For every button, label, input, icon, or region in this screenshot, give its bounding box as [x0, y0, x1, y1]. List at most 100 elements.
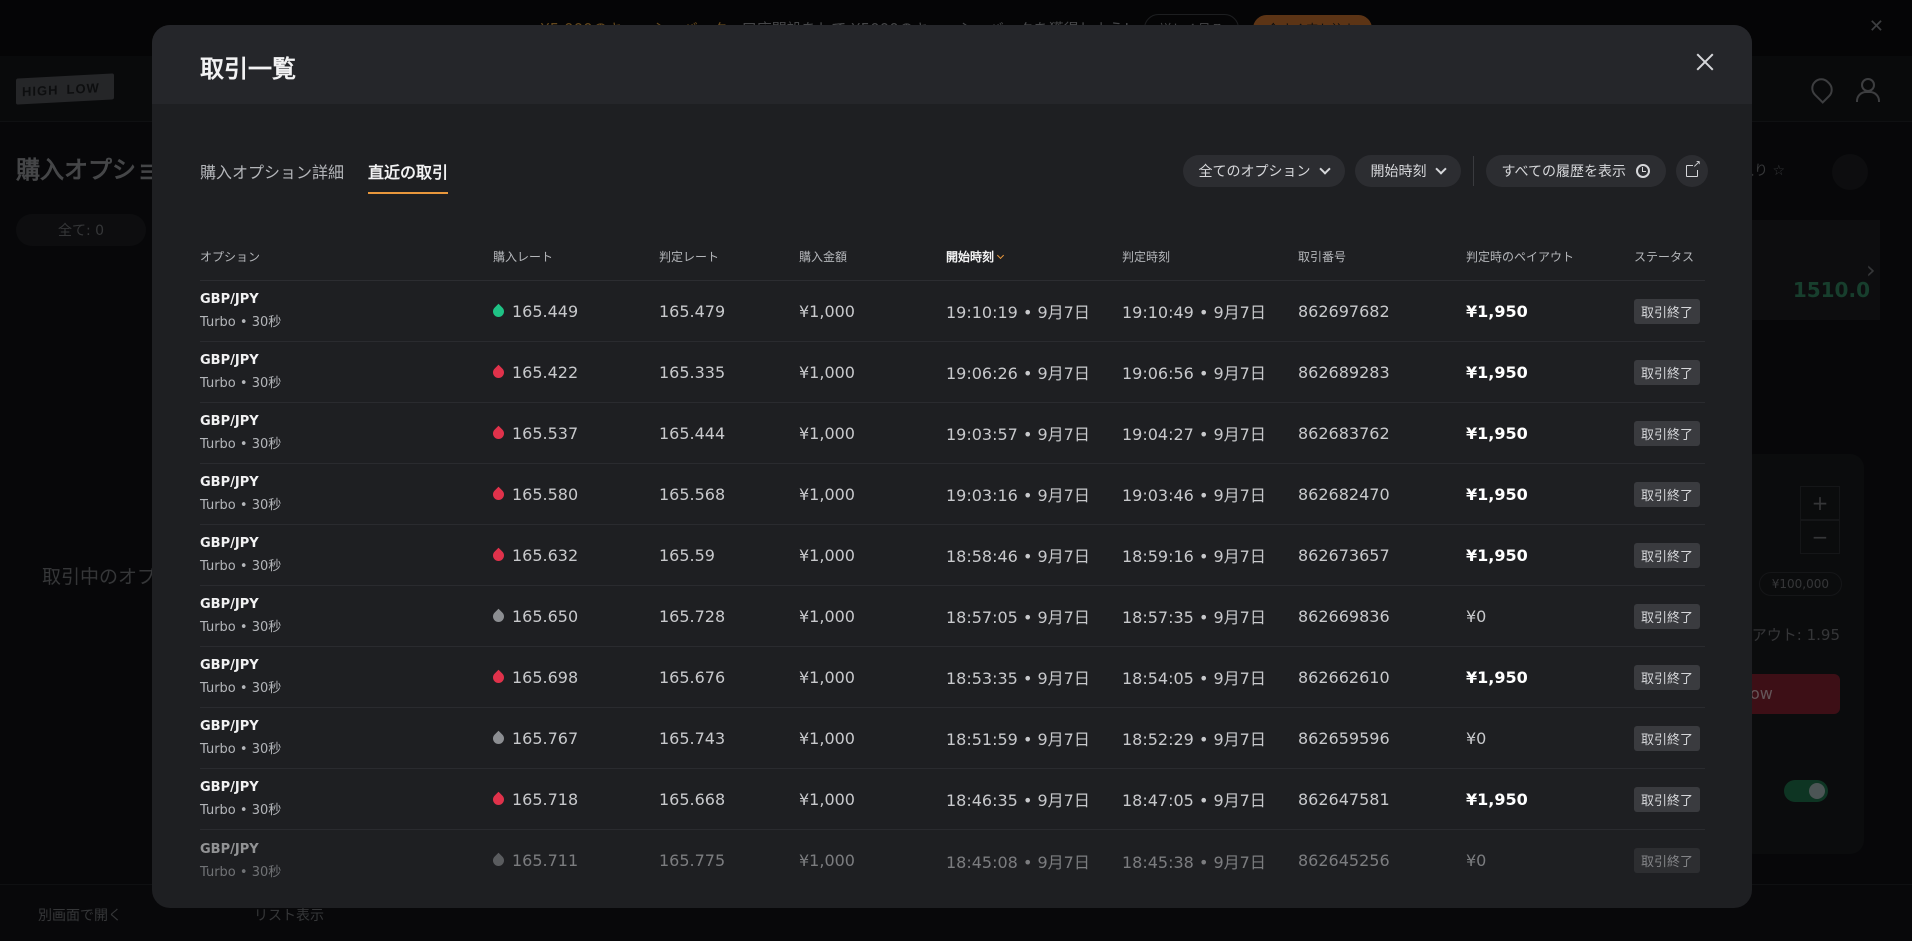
option-cell: GBP/JPY Turbo • 30秒 [200, 414, 493, 452]
trades-table: オプション 購入レート 判定レート 購入金額 開始時刻 判定時刻 取引番号 判定… [200, 233, 1705, 891]
purchase-amount: ¥1,000 [799, 362, 855, 382]
purchase-amount: ¥1,000 [799, 301, 855, 321]
close-icon[interactable] [1694, 51, 1716, 73]
option-name: GBP/JPY [200, 719, 259, 734]
option-cell: GBP/JPY Turbo • 30秒 [200, 597, 493, 635]
judge-rate: 165.668 [659, 789, 726, 809]
trade-id: 862669836 [1298, 606, 1390, 626]
start-time: 18:51:59 • 9月7日 [946, 730, 1090, 749]
buy-rate-cell: 165.632 [490, 545, 659, 565]
col-amount: 購入金額 [799, 250, 848, 264]
option-name: GBP/JPY [200, 292, 259, 307]
status-badge: 取引終了 [1634, 298, 1701, 324]
trade-id: 862682470 [1298, 484, 1390, 504]
buy-rate-cell: 165.698 [490, 667, 659, 687]
col-option: オプション [200, 250, 261, 264]
table-row[interactable]: GBP/JPY Turbo • 30秒 165.632 165.59 ¥1,000 18:… [200, 525, 1705, 586]
option-type: Turbo • 30秒 [200, 437, 282, 452]
option-type: Turbo • 30秒 [200, 315, 282, 330]
option-cell: GBP/JPY Turbo • 30秒 [200, 842, 493, 880]
trade-id: 862647581 [1298, 789, 1390, 809]
col-judge-time: 判定時刻 [1122, 250, 1171, 264]
buy-rate: 165.632 [512, 545, 579, 565]
external-link-button[interactable] [1676, 155, 1708, 187]
status-cell: 取引終了 [1634, 664, 1705, 690]
status-badge: 取引終了 [1634, 359, 1701, 385]
payout-value: ¥1,950 [1466, 423, 1528, 443]
filter-controls: 全てのオプション 開始時刻 すべての履歴を表示 [1182, 155, 1708, 187]
judge-rate: 165.676 [659, 667, 726, 687]
option-type: Turbo • 30秒 [200, 376, 282, 391]
start-time-dropdown[interactable]: 開始時刻 [1354, 155, 1461, 187]
option-cell: GBP/JPY Turbo • 30秒 [200, 292, 493, 330]
option-name: GBP/JPY [200, 536, 259, 551]
payout-value: ¥1,950 [1466, 789, 1528, 809]
purchase-amount: ¥1,000 [799, 728, 855, 748]
option-name: GBP/JPY [200, 841, 259, 857]
divider [1472, 156, 1474, 186]
buy-rate-cell: 165.650 [490, 607, 659, 626]
buy-rate: 165.422 [512, 362, 579, 382]
status-cell: 取引終了 [1634, 848, 1705, 873]
judge-time: 19:10:49 • 9月7日 [1122, 303, 1266, 322]
option-name: GBP/JPY [200, 475, 259, 490]
judge-time: 19:03:46 • 9月7日 [1122, 486, 1266, 505]
down-drop-icon [490, 547, 507, 563]
judge-rate: 165.728 [659, 606, 726, 626]
trade-id: 862689283 [1298, 362, 1390, 382]
start-time: 18:53:35 • 9月7日 [946, 669, 1090, 688]
option-type: Turbo • 30秒 [200, 681, 282, 696]
status-badge: 取引終了 [1634, 542, 1701, 568]
tab-recent-trades[interactable]: 直近の取引 [368, 159, 449, 194]
all-options-dropdown[interactable]: 全てのオプション [1182, 155, 1345, 187]
buy-rate-cell: 165.422 [490, 362, 659, 382]
purchase-amount: ¥1,000 [799, 667, 855, 687]
payout-value: ¥1,950 [1466, 667, 1528, 687]
judge-rate: 165.59 [659, 545, 715, 565]
option-cell: GBP/JPY Turbo • 30秒 [200, 719, 493, 757]
trade-history-modal: 取引一覧 購入オプション詳細 直近の取引 全てのオプション 開始時刻 すべての履… [152, 25, 1752, 908]
chevron-down-icon [1318, 163, 1331, 175]
judge-rate: 165.743 [659, 728, 726, 748]
status-cell: 取引終了 [1634, 298, 1705, 324]
judge-rate: 165.479 [659, 301, 726, 321]
table-row[interactable]: GBP/JPY Turbo • 30秒 165.711 165.775 ¥1,000 18… [200, 830, 1705, 891]
trade-id: 862645256 [1298, 851, 1390, 870]
table-row[interactable]: GBP/JPY Turbo • 30秒 165.718 165.668 ¥1,000 18… [200, 769, 1705, 830]
table-row[interactable]: GBP/JPY Turbo • 30秒 165.537 165.444 ¥1,000 19… [200, 403, 1705, 464]
status-cell: 取引終了 [1634, 725, 1705, 751]
chevron-down-icon [1434, 163, 1447, 175]
status-cell: 取引終了 [1634, 542, 1705, 568]
option-name: GBP/JPY [200, 414, 259, 429]
start-time: 18:57:05 • 9月7日 [946, 608, 1090, 627]
judge-time: 18:54:05 • 9月7日 [1122, 669, 1266, 688]
trade-id: 862697682 [1298, 301, 1390, 321]
table-row[interactable]: GBP/JPY Turbo • 30秒 165.698 165.676 ¥1,000 18… [200, 647, 1705, 708]
table-row[interactable]: GBP/JPY Turbo • 30秒 165.650 165.728 ¥1,000 18… [200, 586, 1705, 647]
option-name: GBP/JPY [200, 353, 259, 368]
option-type: Turbo • 30秒 [200, 803, 282, 818]
up-drop-icon [490, 303, 507, 319]
table-row[interactable]: GBP/JPY Turbo • 30秒 165.422 165.335 ¥1,000 19… [200, 342, 1705, 403]
buy-rate: 165.718 [512, 789, 579, 809]
neutral-drop-icon [490, 730, 507, 746]
show-all-history-button[interactable]: すべての履歴を表示 [1485, 155, 1666, 187]
option-type: Turbo • 30秒 [200, 620, 282, 635]
col-start-time[interactable]: 開始時刻 [946, 248, 1122, 265]
table-row[interactable]: GBP/JPY Turbo • 30秒 165.449 165.479 ¥1,000 19… [200, 281, 1705, 342]
buy-rate: 165.698 [512, 667, 579, 687]
purchase-amount: ¥1,000 [799, 423, 855, 443]
table-row[interactable]: GBP/JPY Turbo • 30秒 165.580 165.568 ¥1,000 19… [200, 464, 1705, 525]
table-row[interactable]: GBP/JPY Turbo • 30秒 165.767 165.743 ¥1,000 18… [200, 708, 1705, 769]
down-drop-icon [490, 364, 507, 380]
start-time: 18:58:46 • 9月7日 [946, 547, 1090, 566]
option-cell: GBP/JPY Turbo • 30秒 [200, 353, 493, 391]
option-cell: GBP/JPY Turbo • 30秒 [200, 780, 493, 818]
judge-rate: 165.568 [659, 484, 726, 504]
payout-value: ¥1,950 [1466, 545, 1528, 565]
col-status: ステータス [1634, 250, 1695, 264]
tab-purchase-details[interactable]: 購入オプション詳細 [200, 159, 344, 194]
buy-rate: 165.580 [512, 484, 579, 504]
status-cell: 取引終了 [1634, 359, 1705, 385]
purchase-amount: ¥1,000 [799, 851, 855, 870]
